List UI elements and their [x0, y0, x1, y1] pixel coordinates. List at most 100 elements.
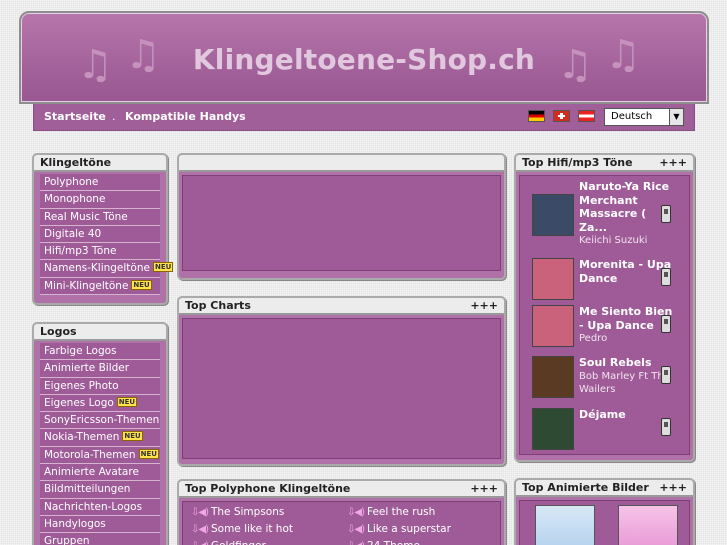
more-link[interactable]: +++	[659, 481, 687, 494]
hifi-song-title: Déjame	[579, 408, 626, 421]
hifi-title[interactable]: Me Siento Bien - Upa Dance Pedro	[579, 305, 674, 346]
new-badge-icon: NEU	[116, 396, 138, 407]
sidebar-item[interactable]: Farbige Logos	[40, 343, 160, 361]
hifi-item[interactable]: Soul Rebels Bob Marley Ft The Wailers	[530, 356, 679, 406]
animated-image-thumb[interactable]	[535, 505, 595, 545]
phone-icon[interactable]	[661, 268, 671, 286]
sidebar-item[interactable]: Animierte Bilder	[40, 360, 160, 378]
sidebar-item[interactable]: Mini-Klingeltöne NEU	[40, 277, 160, 296]
sidebar-item-label: Eigenes Photo	[44, 379, 119, 392]
ringtone-item[interactable]: ⇩◀) Feel the rush	[347, 506, 435, 518]
download-play-icon[interactable]: ⇩◀)	[191, 524, 209, 535]
album-cover[interactable]	[532, 356, 574, 398]
panel-title: Klingeltöne	[34, 155, 166, 172]
download-play-icon[interactable]: ⇩◀)	[347, 541, 365, 545]
nav-kompatible-handys[interactable]: Kompatible Handys	[125, 110, 246, 123]
ringtone-item[interactable]: ⇩◀)Goldfinger	[191, 540, 266, 545]
sidebar-item-label: Motorola-Themen	[44, 448, 136, 461]
nav-separator: .	[112, 110, 116, 123]
more-link[interactable]: +++	[470, 299, 498, 312]
hifi-title[interactable]: Naruto-Ya Rice Merchant Massacre ( Za...…	[579, 180, 674, 248]
sidebar-item[interactable]: Monophone	[40, 191, 160, 209]
hifi-item[interactable]: Naruto-Ya Rice Merchant Massacre ( Za...…	[530, 180, 679, 246]
ringtone-item[interactable]: ⇩◀) Like a superstar	[347, 523, 451, 535]
sidebar-item[interactable]: Nokia-Themen NEU	[40, 429, 160, 447]
sidebar-item[interactable]: Namens-Klingeltöne NEU	[40, 260, 174, 278]
album-cover[interactable]	[532, 194, 574, 236]
panel-title: Logos	[34, 324, 166, 341]
phone-icon[interactable]	[661, 205, 671, 223]
flag-ch-icon[interactable]	[553, 110, 570, 122]
album-cover[interactable]	[532, 408, 574, 450]
sidebar-item-label: Animierte Avatare	[44, 466, 139, 479]
phone-icon[interactable]	[661, 315, 671, 333]
hifi-item[interactable]: Me Siento Bien - Upa Dance Pedro	[530, 305, 679, 355]
download-play-icon[interactable]: ⇩◀)	[191, 541, 209, 545]
sidebar-item[interactable]: Eigenes Photo	[40, 377, 160, 395]
panel-title-text: Top Polyphone Klingeltöne	[185, 482, 351, 495]
sidebar-item-label: Real Music Töne	[44, 210, 128, 223]
sidebar-item[interactable]: Animierte Avatare	[40, 464, 160, 482]
panel-top-hifi: Top Hifi/mp3 Töne +++ Naruto-Ya Rice Mer…	[514, 153, 695, 462]
ringtone-item[interactable]: ⇩◀)24 Theme	[347, 540, 420, 545]
flag-de-icon[interactable]	[528, 110, 545, 122]
language-select[interactable]: Deutsch ▼	[604, 108, 684, 126]
sidebar-item-label: Digitale 40	[44, 227, 102, 240]
panel-top-animiert: Top Animierte Bilder +++	[514, 478, 695, 545]
top-polyphone-body: ⇩◀)The Simpsons⇩◀)Some like it hot⇩◀)Gol…	[182, 501, 501, 545]
ringtone-title: Goldfinger	[211, 540, 266, 545]
phone-icon[interactable]	[661, 418, 671, 436]
download-play-icon[interactable]: ⇩◀)	[191, 507, 209, 518]
download-play-icon[interactable]: ⇩◀)	[347, 507, 365, 518]
top-charts-body	[182, 318, 501, 459]
panel-title: Top Animierte Bilder +++	[516, 480, 693, 497]
panel-klingeltoene: Klingeltöne Polyphone Monophone Real Music…	[32, 153, 174, 305]
animated-image-thumb[interactable]	[618, 505, 678, 545]
sidebar-item[interactable]: Handylogos	[40, 515, 160, 534]
new-badge-icon: NEU	[131, 279, 152, 290]
music-note-icon: ♫	[557, 42, 593, 88]
chevron-down-icon[interactable]: ▼	[669, 109, 683, 125]
sidebar-item[interactable]: Polyphone	[40, 174, 160, 192]
sidebar-item[interactable]: Digitale 40	[40, 225, 160, 244]
hifi-item[interactable]: Morenita - Upa Dance	[530, 258, 679, 308]
hifi-title[interactable]: Morenita - Upa Dance	[579, 258, 674, 285]
ringtone-item[interactable]: ⇩◀) Some like it hot	[191, 523, 293, 535]
sidebar-item[interactable]: Nachrichten-Logos	[40, 498, 160, 516]
sidebar-item[interactable]: Motorola-Themen NEU	[40, 446, 160, 465]
new-badge-icon: NEU	[152, 262, 174, 273]
music-note-icon: ♫	[605, 32, 641, 78]
panel-title: Top Hifi/mp3 Töne +++	[516, 155, 693, 172]
album-cover[interactable]	[532, 305, 574, 347]
flag-at-icon[interactable]	[578, 110, 595, 122]
ringtone-item[interactable]: ⇩◀) The Simpsons	[191, 506, 284, 518]
panel-logos: Logos Farbige Logos Animierte Bilder Eigen…	[32, 322, 168, 545]
album-cover[interactable]	[532, 258, 574, 300]
sidebar-item-label: Nokia-Themen	[44, 431, 120, 444]
hifi-title[interactable]: Déjame	[579, 408, 674, 422]
sidebar-item[interactable]: Hifi/mp3 Töne	[40, 243, 160, 261]
download-play-icon[interactable]: ⇩◀)	[347, 524, 365, 535]
panel-title: Top Polyphone Klingeltöne +++	[179, 481, 504, 498]
panel-top-polyphone: Top Polyphone Klingeltöne +++ ⇩◀) The Sim…	[177, 479, 506, 545]
ringtone-title: The Simpsons	[210, 506, 285, 518]
sidebar-item[interactable]: SonyEricsson-Themen	[40, 412, 160, 430]
hifi-title[interactable]: Soul Rebels Bob Marley Ft The Wailers	[579, 356, 674, 397]
sidebar-item-label: SonyEricsson-Themen	[44, 414, 160, 427]
sidebar-item[interactable]: Bildmitteilungen	[40, 481, 160, 499]
hifi-artist: Pedro	[579, 333, 608, 344]
more-link[interactable]: +++	[659, 156, 687, 169]
sidebar-item[interactable]: Eigenes Logo NEU	[40, 394, 160, 413]
site-header: ♫ ♫ Klingeltoene-Shop.ch ♫ ♫	[19, 11, 709, 104]
sidebar-item-label: Hifi/mp3 Töne	[44, 245, 117, 258]
ringtone-title: Some like it hot	[210, 523, 294, 535]
sidebar-item[interactable]: Real Music Töne	[40, 208, 160, 226]
nav-startseite[interactable]: Startseite	[44, 110, 106, 123]
new-badge-icon: NEU	[122, 431, 143, 442]
panel-top-charts: Top Charts +++	[177, 296, 506, 466]
new-badge-icon: NEU	[138, 448, 159, 459]
more-link[interactable]: +++	[470, 482, 498, 495]
phone-icon[interactable]	[661, 366, 671, 384]
sidebar-item[interactable]: Gruppen	[40, 533, 160, 545]
hifi-item[interactable]: Déjame	[530, 408, 679, 458]
